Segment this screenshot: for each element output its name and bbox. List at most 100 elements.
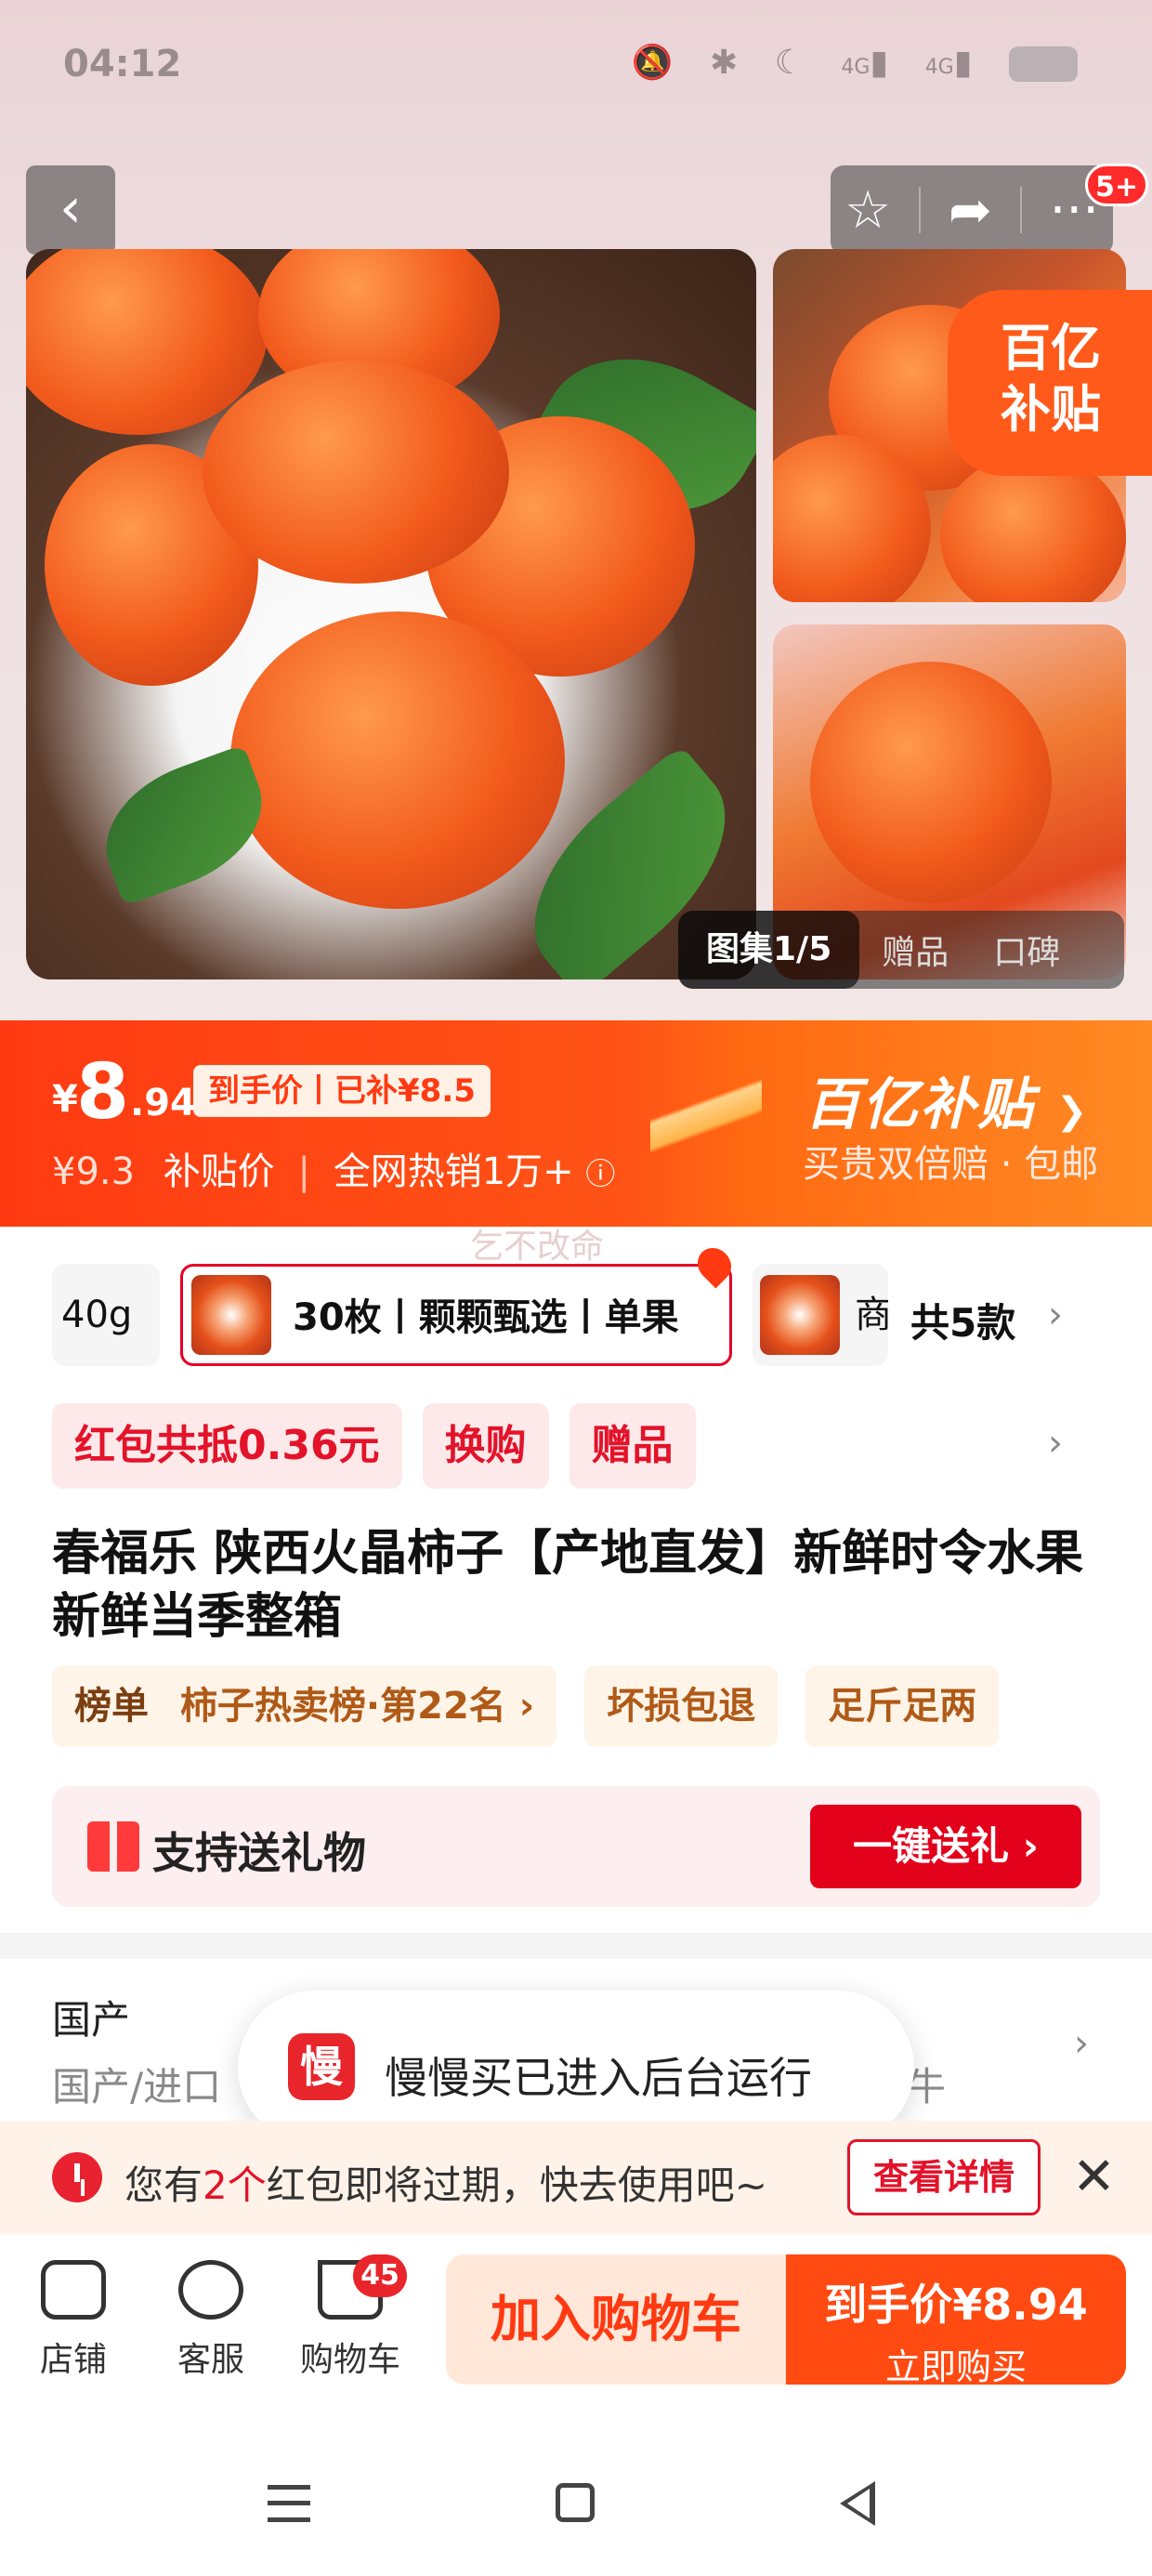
- lightning-decoration: [650, 1020, 762, 1227]
- variant-label: 40g: [61, 1294, 133, 1336]
- price-sub-row: ¥9.3 补贴价 | 全网热销1万+ ⓘ: [52, 1141, 615, 1195]
- moon-icon: ☾: [774, 44, 818, 82]
- notice-prefix: 您有: [124, 2162, 203, 2208]
- price-integer: 8: [76, 1048, 130, 1137]
- view-details-button[interactable]: 查看详情: [847, 2139, 1041, 2215]
- signal-label: 4G: [841, 56, 871, 79]
- price-banner: ¥ 8 .94 到手价丨已补¥8.5 ¥9.3 补贴价 | 全网热销1万+ ⓘ …: [0, 1020, 1152, 1227]
- gift-icon: [87, 1821, 139, 1872]
- promo-title-text: 百亿补贴: [805, 1072, 1035, 1137]
- star-icon[interactable]: ☆: [844, 180, 891, 241]
- coupon-row: 红包共抵0.36元 换购 赠品: [52, 1403, 696, 1489]
- coupon-red-packet[interactable]: 红包共抵0.36元: [52, 1403, 402, 1489]
- ranking-label: 榜单: [74, 1685, 149, 1728]
- variant-selector: 40g 30枚丨颗颗甄选丨单果 商 共5款 ›: [0, 1241, 1152, 1375]
- variant-thumbnail: [191, 1275, 271, 1355]
- status-time: 04:12: [63, 43, 182, 85]
- product-title: 春福乐 陕西火晶柿子【产地直发】新鲜时令水果新鲜当季整箱: [52, 1526, 1084, 1645]
- back-triangle-icon[interactable]: [840, 2481, 875, 2526]
- hot-sales: 全网热销1万+: [333, 1150, 574, 1193]
- subsidy-badge-line1: 百亿: [1001, 319, 1101, 377]
- divider: [1019, 187, 1022, 233]
- main-product-image[interactable]: [26, 249, 756, 979]
- cart-badge: 45: [353, 2254, 407, 2297]
- gift-text: 支持送礼物: [152, 1828, 366, 1878]
- shop-label: 店铺: [39, 2341, 107, 2379]
- chevron-right-icon: ❯: [1055, 1090, 1090, 1133]
- promo-subtitle: 买贵双倍赔 · 包邮: [803, 1143, 1099, 1186]
- notice-text: 您有2个红包即将过期，快去使用吧~: [124, 2154, 767, 2211]
- bottom-action-bar: 店铺 客服 购物车 45 加入购物车 到手价¥8.94 立即购买: [0, 2234, 1152, 2420]
- buy-price: 到手价¥8.94: [824, 2280, 1088, 2330]
- buy-now-button[interactable]: 到手价¥8.94 立即购买: [786, 2254, 1126, 2387]
- share-icon[interactable]: ➦: [949, 180, 992, 241]
- tab-gallery[interactable]: 图集1/5: [678, 911, 860, 989]
- origin-title: 国产: [52, 1997, 131, 2043]
- shop-icon: [41, 2260, 106, 2320]
- product-page: 04:12 🔕 ✱ ☾ 4G▮ 4G▮ ‹ ☆ ➦ ··· 5+ 百亿 补贴 图…: [0, 0, 1152, 2576]
- persimmon-image: [940, 453, 1126, 602]
- guarantee-badge[interactable]: 坏损包退: [584, 1665, 779, 1747]
- info-icon[interactable]: ⓘ: [585, 1156, 615, 1191]
- signal-label: 4G: [924, 56, 954, 79]
- chevron-left-icon: ‹: [59, 176, 82, 241]
- gallery-tabs: 图集1/5 赠品 口碑: [678, 911, 1124, 989]
- notification-badge: 5+: [1085, 164, 1149, 206]
- menu-icon[interactable]: [268, 2485, 310, 2522]
- coupon-exchange[interactable]: 换购: [422, 1403, 549, 1489]
- send-gift-button[interactable]: 一键送礼 ›: [810, 1805, 1081, 1888]
- persimmon-image: [203, 361, 509, 584]
- app-icon: 慢: [288, 2033, 355, 2100]
- toast-text: 慢慢买已进入后台运行: [385, 2053, 812, 2103]
- variant-label: 30枚丨颗颗甄选丨单果: [293, 1296, 679, 1339]
- status-icons: 🔕 ✱ ☾ 4G▮ 4G▮: [632, 43, 1078, 82]
- persimmon-image: [230, 611, 565, 909]
- gift-bar: 支持送礼物 一键送礼 ›: [52, 1786, 1100, 1907]
- clock-icon: [52, 2152, 102, 2202]
- promo-title[interactable]: 百亿补贴 ❯: [805, 1059, 1089, 1140]
- cart-label: 购物车: [299, 2341, 400, 2379]
- leaf-image: [85, 743, 282, 907]
- add-to-cart-button[interactable]: 加入购物车: [446, 2254, 786, 2385]
- tab-gift[interactable]: 赠品: [859, 926, 971, 974]
- section-separator: [0, 1933, 1152, 1959]
- home-icon[interactable]: [556, 2483, 595, 2522]
- battery-icon: [1009, 46, 1078, 82]
- signal-4g-icon: 4G▮: [924, 44, 986, 82]
- back-button[interactable]: ‹: [26, 165, 115, 255]
- guarantee-badge[interactable]: 足斤足两: [805, 1665, 1000, 1747]
- ranking-value: 柿子热卖榜·第22名 ›: [179, 1685, 535, 1728]
- signal-4g-icon: 4G▮: [841, 44, 902, 82]
- ranking-badge[interactable]: 榜单 柿子热卖榜·第22名 ›: [52, 1665, 557, 1747]
- separator: |: [297, 1150, 310, 1193]
- persimmon-image: [810, 662, 1052, 903]
- coupon-expiry-notice: 您有2个红包即将过期，快去使用吧~ 查看详情 ✕: [0, 2121, 1152, 2234]
- variant-chip[interactable]: 40g: [52, 1264, 160, 1366]
- coupon-gift[interactable]: 赠品: [569, 1403, 696, 1489]
- service-button[interactable]: 客服: [160, 2260, 262, 2381]
- chevron-right-icon[interactable]: ›: [1048, 1422, 1063, 1465]
- divider: [919, 187, 922, 233]
- service-label: 客服: [177, 2341, 244, 2379]
- subsidy-badge-line2: 补贴: [1001, 380, 1101, 439]
- watermark: 乞不改命: [470, 1228, 605, 1266]
- variant-thumbnail: [760, 1275, 840, 1355]
- price-currency: ¥: [52, 1078, 78, 1121]
- chevron-right-icon[interactable]: ›: [1074, 2022, 1089, 2065]
- bluetooth-icon: ✱: [710, 44, 752, 82]
- tab-reviews[interactable]: 口碑: [971, 926, 1082, 974]
- notice-count: 2个: [203, 2162, 267, 2208]
- variant-total[interactable]: 共5款: [910, 1292, 1015, 1348]
- original-price-label: 补贴价: [163, 1150, 275, 1193]
- service-icon: [178, 2260, 243, 2320]
- buy-label: 立即购买: [884, 2346, 1027, 2387]
- close-icon[interactable]: ✕: [1072, 2147, 1116, 2207]
- price-tag: 到手价丨已补¥8.5: [193, 1065, 491, 1117]
- status-bar: 04:12 🔕 ✱ ☾ 4G▮ 4G▮: [0, 0, 1152, 139]
- variant-label: 商: [855, 1294, 888, 1336]
- bell-off-icon: 🔕: [631, 44, 687, 82]
- shop-button[interactable]: 店铺: [22, 2260, 124, 2381]
- price-decimal: .94: [130, 1082, 196, 1124]
- chevron-right-icon[interactable]: ›: [1048, 1294, 1063, 1336]
- ranking-row: 榜单 柿子热卖榜·第22名 › 坏损包退 足斤足两: [52, 1665, 1000, 1747]
